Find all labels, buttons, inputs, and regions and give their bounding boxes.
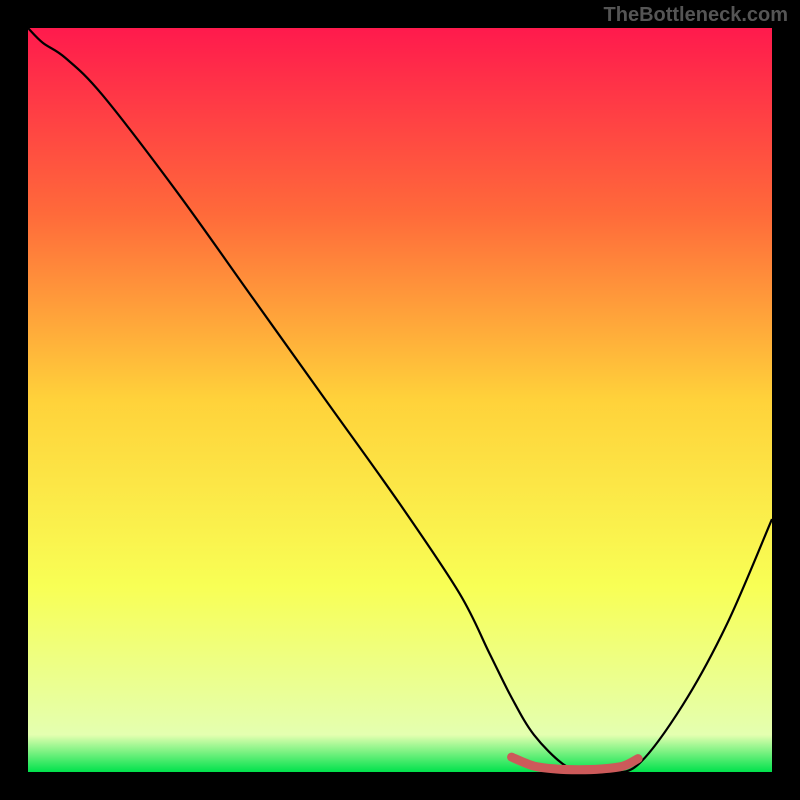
watermark-text: TheBottleneck.com bbox=[604, 4, 788, 27]
plot-background bbox=[28, 28, 772, 772]
chart-frame: TheBottleneck.com bbox=[0, 0, 800, 800]
chart-canvas bbox=[0, 0, 800, 800]
